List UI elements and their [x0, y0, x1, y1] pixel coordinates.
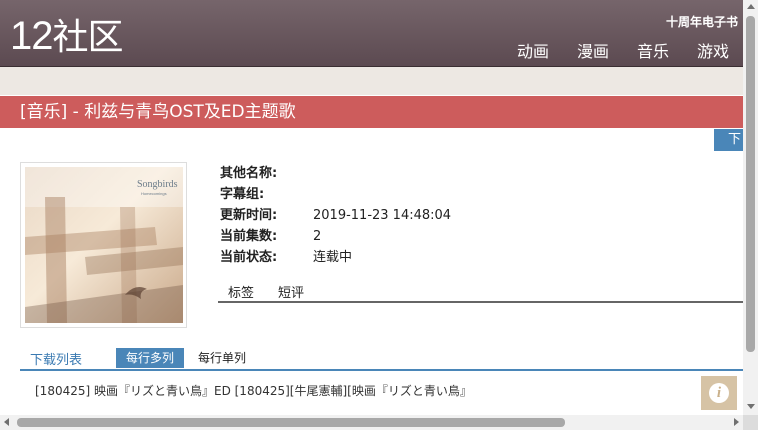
- info-row: 字幕组:: [220, 184, 451, 205]
- info-value: 2: [313, 229, 322, 244]
- info-row: 当前状态: 连载中: [220, 247, 451, 268]
- nav-music[interactable]: 音乐: [637, 38, 669, 62]
- info-key: 当前状态:: [220, 250, 278, 265]
- mode-multi-column-button[interactable]: 每行多列: [116, 348, 185, 368]
- horizontal-scrollbar[interactable]: [0, 415, 743, 430]
- info-button[interactable]: i: [701, 376, 737, 410]
- scroll-left-arrow-icon[interactable]: [4, 418, 9, 426]
- tab-tags[interactable]: 标签: [228, 282, 254, 301]
- info-value: 2019-11-23 14:48:04: [313, 208, 452, 223]
- vertical-scrollbar[interactable]: [743, 0, 758, 415]
- info-row: 更新时间: 2019-11-23 14:48:04: [220, 205, 451, 226]
- download-entry-link[interactable]: [180425] 映画『リズと青い鳥』ED [180425][牛尾憲輔][映画『…: [35, 382, 471, 399]
- detail-tabs: 标签 短评: [218, 282, 743, 303]
- tab-reviews[interactable]: 短评: [278, 282, 304, 301]
- info-panel: 其他名称: 字幕组: 更新时间: 2019-11-23 14:48:04 当前集数…: [220, 163, 451, 268]
- scroll-up-arrow-icon[interactable]: [747, 4, 755, 9]
- logo-text: 社区: [52, 17, 124, 58]
- info-key: 其他名称:: [220, 166, 278, 181]
- site-logo[interactable]: 12社区: [10, 14, 124, 60]
- scroll-right-arrow-icon[interactable]: [734, 418, 739, 426]
- info-key: 字幕组:: [220, 187, 265, 202]
- info-key: 当前集数:: [220, 229, 278, 244]
- info-value: 连载中: [313, 250, 353, 265]
- download-list-header: 下载列表 每行多列 每行单列: [20, 347, 743, 371]
- nav-games[interactable]: 游戏: [697, 38, 729, 62]
- download-list-title[interactable]: 下载列表: [30, 349, 82, 368]
- vertical-scroll-thumb[interactable]: [746, 16, 755, 352]
- cover-artwork: Songbirds Homecomings: [25, 167, 183, 323]
- download-button[interactable]: 下载: [714, 129, 743, 151]
- nav-anime[interactable]: 动画: [517, 38, 549, 62]
- info-row: 其他名称:: [220, 163, 451, 184]
- main-nav: 动画 漫画 音乐 游戏: [517, 38, 729, 62]
- header-band: [0, 67, 743, 95]
- album-cover: Songbirds Homecomings: [20, 162, 187, 328]
- site-header: 12社区 十周年电子书 动画 漫画 音乐 游戏: [0, 0, 743, 67]
- logo-number: 12: [10, 14, 53, 58]
- cover-title: Songbirds: [137, 179, 178, 190]
- cover-subtitle: Homecomings: [141, 191, 167, 196]
- scrollbar-corner: [743, 415, 758, 430]
- scroll-down-arrow-icon[interactable]: [747, 404, 755, 409]
- nav-manga[interactable]: 漫画: [577, 38, 609, 62]
- mode-single-column-button[interactable]: 每行单列: [198, 349, 246, 366]
- page-title: [音乐] - 利兹与青鸟OST及ED主题歌: [0, 96, 743, 128]
- info-key: 更新时间:: [220, 208, 278, 223]
- horizontal-scroll-thumb[interactable]: [17, 418, 565, 427]
- info-icon: i: [709, 383, 729, 403]
- promo-link[interactable]: 十周年电子书: [666, 13, 738, 30]
- info-row: 当前集数: 2: [220, 226, 451, 247]
